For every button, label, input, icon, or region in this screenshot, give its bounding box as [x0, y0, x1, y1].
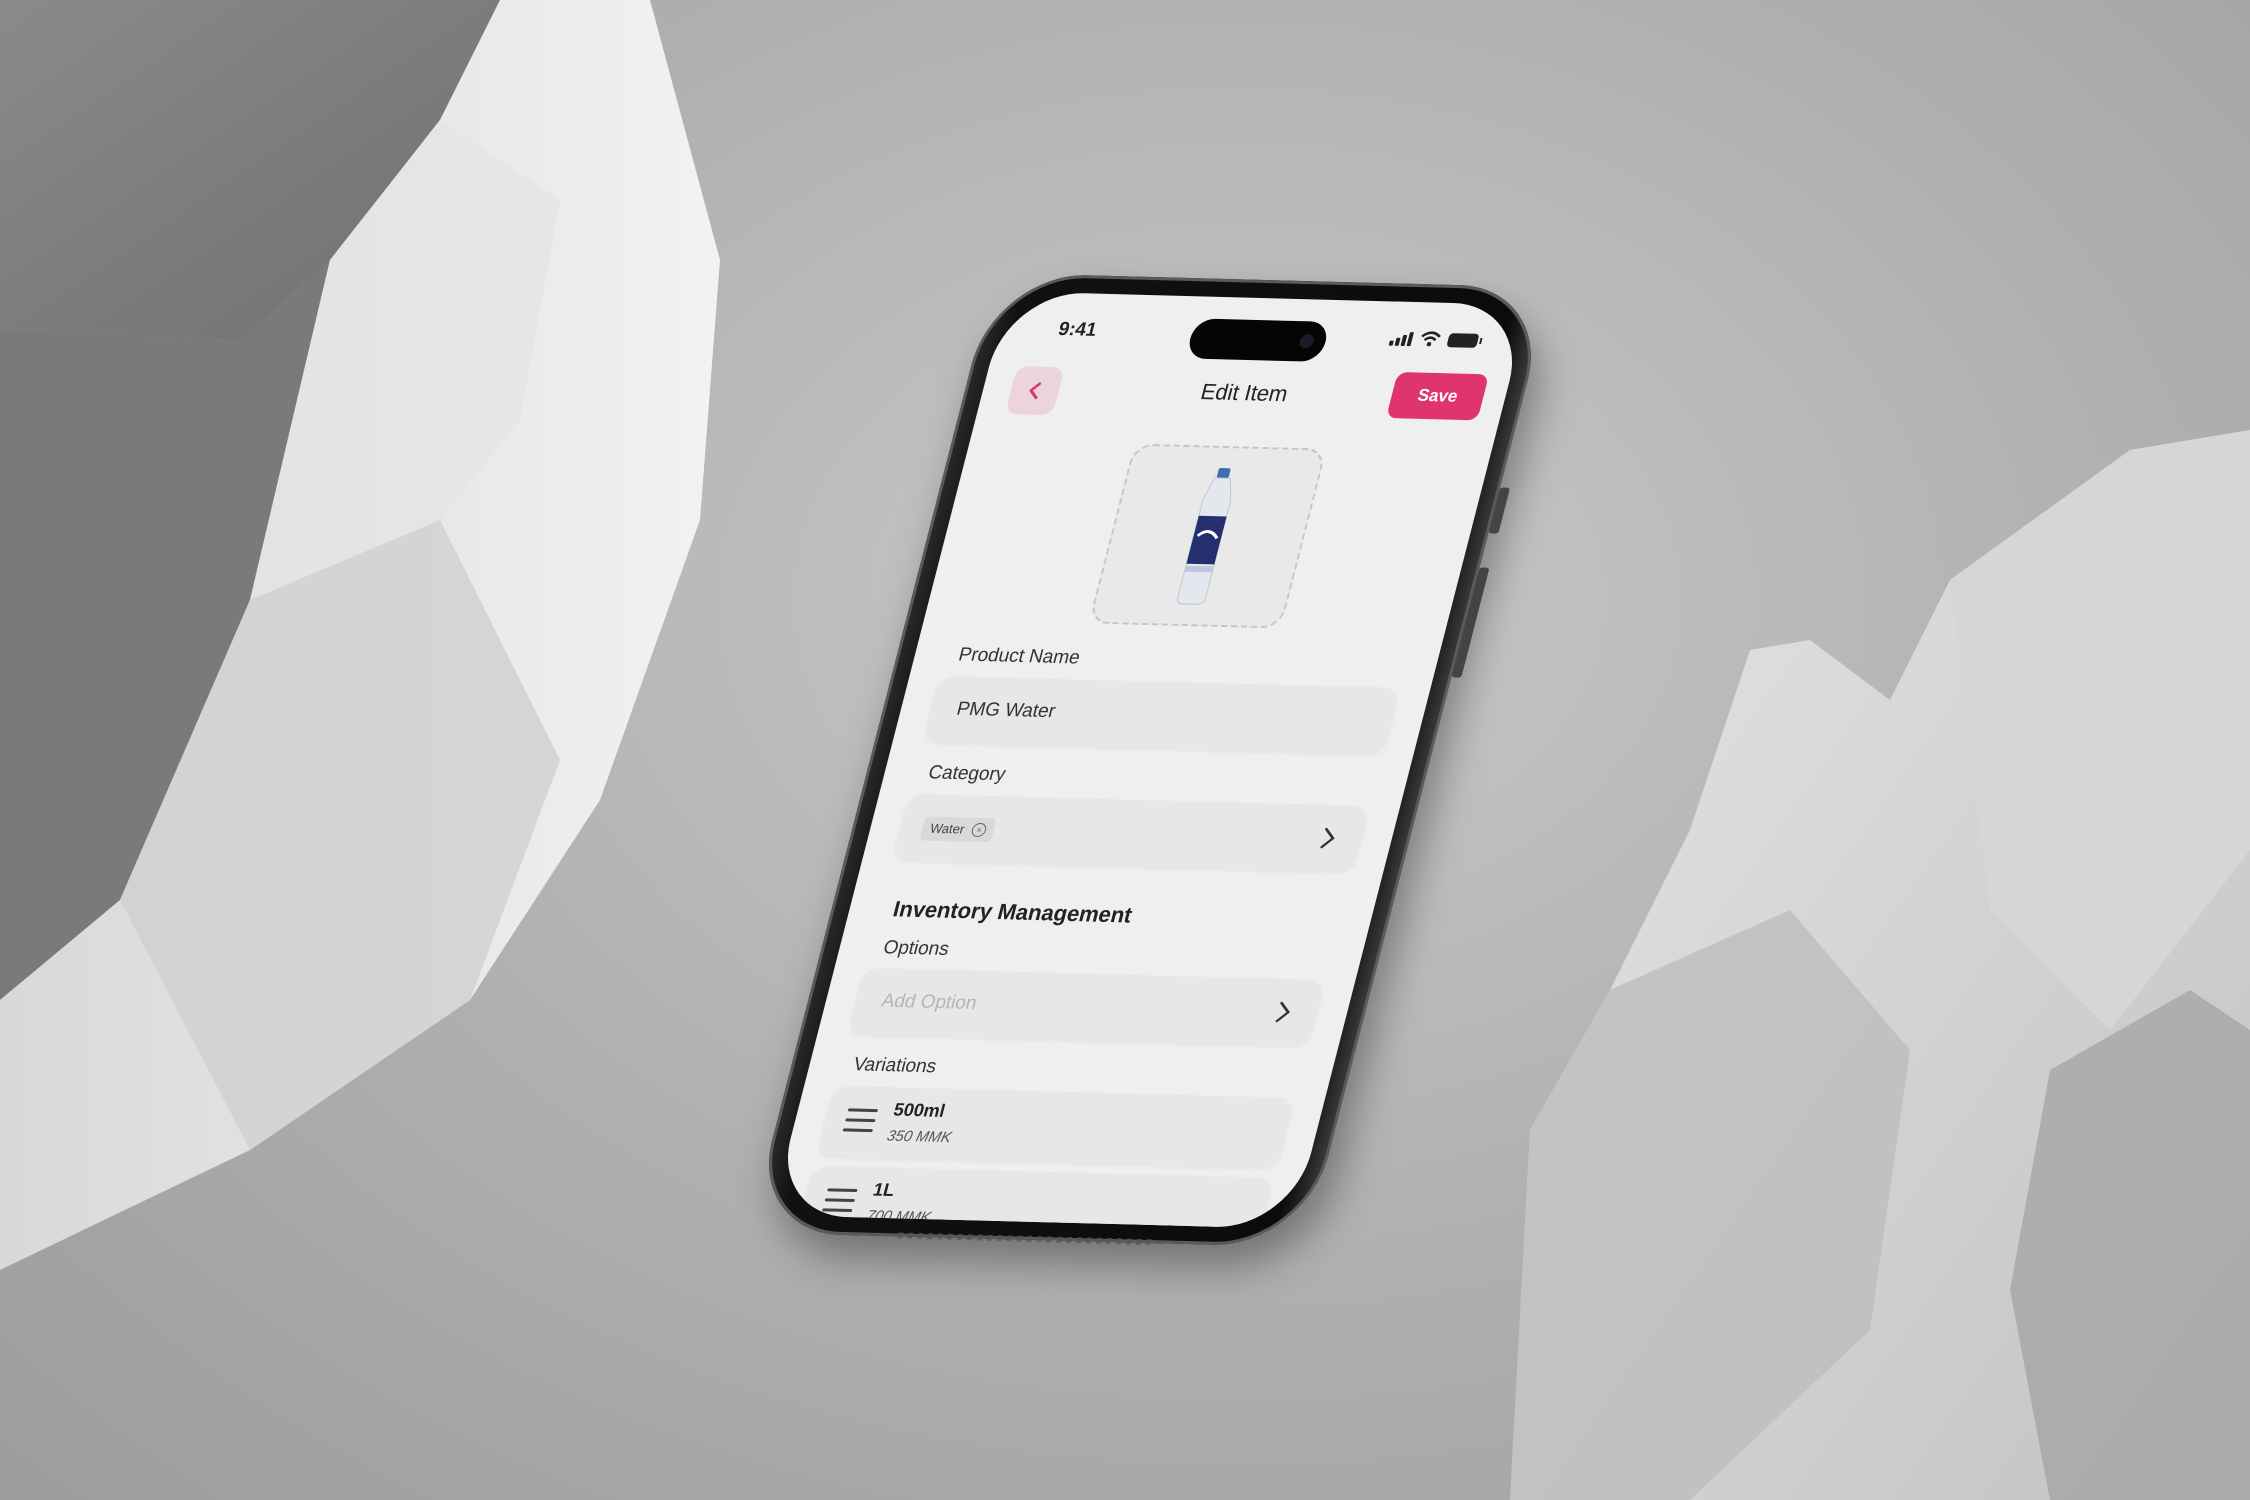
variation-row[interactable]: 500ml 350 MMK [816, 1085, 1296, 1168]
variations-label: Variations [850, 1054, 939, 1078]
header: Edit Item Save [975, 359, 1511, 433]
battery-icon [1446, 333, 1480, 348]
chevron-right-icon [1320, 827, 1335, 849]
close-circle-icon[interactable]: × [970, 822, 988, 838]
save-button[interactable]: Save [1385, 372, 1490, 421]
options-field[interactable]: Add Option [847, 967, 1326, 1046]
category-label: Category [925, 762, 1008, 786]
variation-name: 500ml [891, 1099, 948, 1121]
status-icons [1388, 330, 1481, 348]
drag-handle-icon[interactable] [842, 1108, 879, 1133]
product-image [1176, 467, 1232, 605]
options-placeholder: Add Option [879, 990, 980, 1015]
signal-icon [1388, 332, 1415, 347]
variation-price: 350 MMK [885, 1127, 954, 1147]
variation-name: 1L [870, 1179, 897, 1201]
drag-handle-icon[interactable] [821, 1188, 858, 1213]
product-image-upload[interactable] [1088, 443, 1328, 629]
product-name-value: PMG Water [954, 698, 1058, 723]
phone-mockup: 9:41 Edit Item Save Product Name PMG Wat… [748, 272, 1552, 1248]
options-label: Options [880, 937, 952, 960]
category-chip: Water × [919, 816, 998, 843]
category-field[interactable]: Water × [892, 793, 1371, 873]
product-name-field[interactable]: PMG Water [922, 675, 1401, 755]
wifi-icon [1421, 331, 1441, 347]
product-name-label: Product Name [956, 644, 1083, 669]
rock-left [0, 0, 720, 1270]
dynamic-island [1185, 318, 1331, 362]
chevron-right-icon [1275, 1001, 1290, 1023]
status-time: 9:41 [1055, 318, 1100, 341]
inventory-section-title: Inventory Management [890, 896, 1135, 928]
rock-right [1510, 430, 2250, 1500]
category-chip-label: Water [928, 820, 967, 837]
